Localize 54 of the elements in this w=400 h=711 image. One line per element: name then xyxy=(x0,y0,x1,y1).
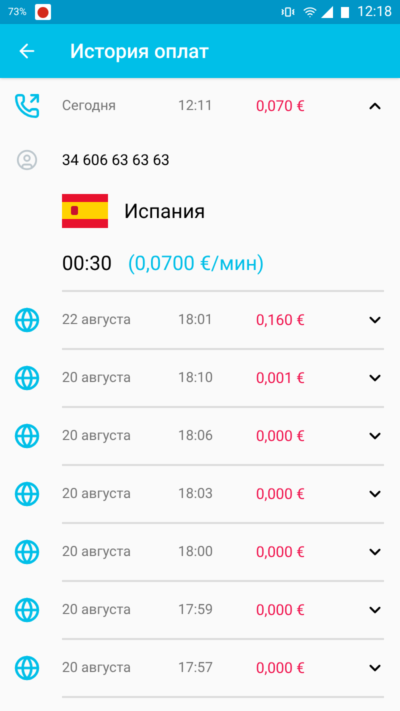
payment-date: 22 августа xyxy=(62,311,132,330)
globe-icon xyxy=(14,307,40,333)
vibrate-icon xyxy=(281,5,296,19)
payment-amount: 0,000 € xyxy=(256,600,305,621)
payment-date: 20 августа xyxy=(62,543,132,562)
call-rate: (0,0700 €/мин) xyxy=(128,250,264,277)
wifi-icon xyxy=(303,5,318,19)
payment-row[interactable]: 20 августа 17:59 0,000 € xyxy=(0,582,400,638)
payment-date: Сегодня xyxy=(62,97,117,116)
screen-title: История оплат xyxy=(70,38,209,65)
payment-amount: 0,000 € xyxy=(256,426,305,447)
globe-icon xyxy=(14,539,40,565)
payment-amount: 0,001 € xyxy=(256,368,305,389)
payment-amount: 0,070 € xyxy=(256,96,305,117)
payment-time: 18:00 xyxy=(178,543,214,562)
phone-number: 34 606 63 63 63 xyxy=(62,150,170,171)
signal-icon xyxy=(321,6,334,18)
payment-date: 20 августа xyxy=(62,427,132,446)
payment-row[interactable]: 20 августа 18:10 0,001 € xyxy=(0,350,400,406)
globe-icon xyxy=(14,423,40,449)
globe-icon xyxy=(14,655,40,681)
payment-date: 20 августа xyxy=(62,659,132,678)
flag-icon xyxy=(62,194,108,228)
payment-time: 17:57 xyxy=(178,659,214,678)
clock: 12:18 xyxy=(357,3,392,22)
payment-row[interactable]: 20 августа 18:00 0,000 € xyxy=(0,524,400,580)
payment-amount: 0,000 € xyxy=(256,484,305,505)
contact-icon xyxy=(16,149,38,171)
payment-date: 20 августа xyxy=(62,369,132,388)
payment-date: 20 августа xyxy=(62,601,132,620)
globe-icon xyxy=(14,597,40,623)
payment-amount: 0,000 € xyxy=(256,542,305,563)
payment-time: 17:59 xyxy=(178,601,214,620)
payment-time: 18:10 xyxy=(178,369,214,388)
battery-icon xyxy=(341,6,350,18)
app-icon xyxy=(34,4,51,20)
phone-icon xyxy=(14,93,40,119)
payment-amount: 0,000 € xyxy=(256,658,305,679)
payment-date: 20 августа xyxy=(62,485,132,504)
battery-percent: 73% xyxy=(8,6,27,20)
payment-row[interactable]: 22 августа 18:01 0,160 € xyxy=(0,292,400,348)
payment-row[interactable]: Сегодня 12:11 0,070 € xyxy=(0,78,400,134)
payment-row[interactable]: 20 августа 17:57 0,000 € xyxy=(0,640,400,696)
payment-time: 12:11 xyxy=(178,97,214,116)
payment-time: 18:03 xyxy=(178,485,214,504)
payment-amount: 0,160 € xyxy=(256,310,305,331)
call-duration: 00:30 xyxy=(62,250,112,277)
globe-icon xyxy=(14,365,40,391)
payment-row[interactable]: 20 августа 18:03 0,000 € xyxy=(0,466,400,522)
globe-icon xyxy=(14,481,40,507)
country-name: Испания xyxy=(124,198,206,225)
payment-time: 18:01 xyxy=(178,311,214,330)
payment-row[interactable]: 20 августа 18:06 0,000 € xyxy=(0,408,400,464)
payment-time: 18:06 xyxy=(178,427,214,446)
